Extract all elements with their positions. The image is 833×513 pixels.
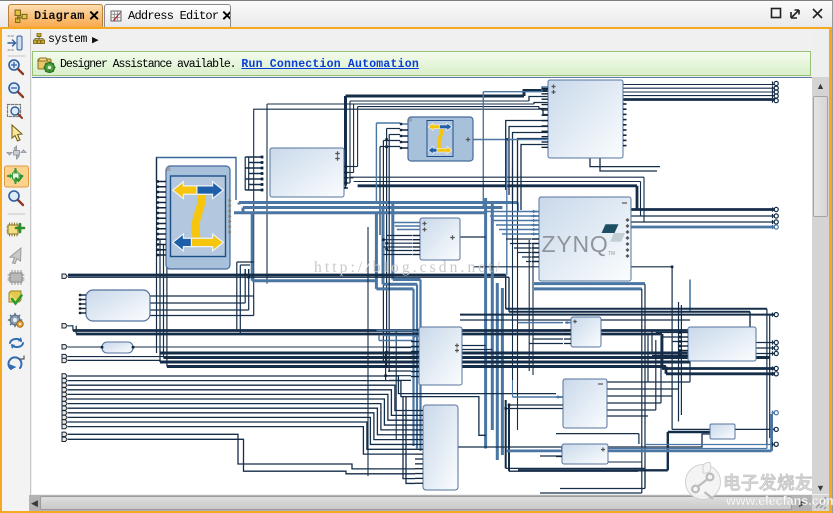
svg-text:TM: TM [608, 251, 615, 257]
svg-text:ZYNQ: ZYNQ [542, 231, 609, 257]
svg-text:http://blog.csdn.net/: http://blog.csdn.net/ [314, 259, 503, 276]
